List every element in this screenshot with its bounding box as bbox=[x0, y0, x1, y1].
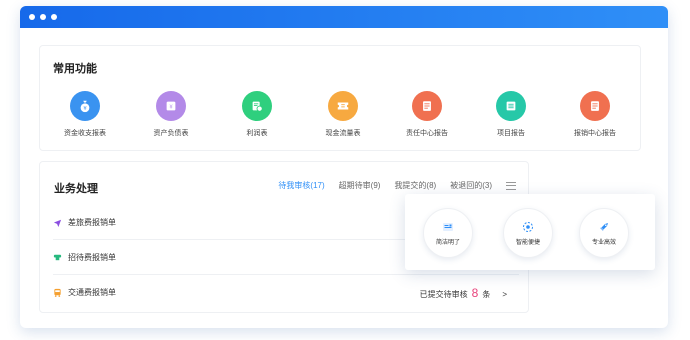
feature-label: 简洁明了 bbox=[435, 239, 460, 246]
smart-icon bbox=[523, 221, 533, 232]
bus-icon bbox=[53, 288, 62, 297]
menu-icon[interactable] bbox=[506, 181, 516, 190]
function-label: 项目报告 bbox=[497, 130, 525, 137]
feature-simple: 简洁明了 bbox=[423, 208, 473, 258]
tab-pending-review[interactable]: 待我审核(17) bbox=[278, 180, 324, 191]
business-tabs: 待我审核(17) 超期待审(9) 我提交的(8) 被退回的(3) bbox=[278, 180, 516, 191]
common-functions-title: 常用功能 bbox=[53, 63, 97, 75]
function-label: 资金收支报表 bbox=[64, 130, 106, 137]
airplane-icon bbox=[53, 218, 62, 227]
function-item-reimbursement[interactable]: 报销中心报告 bbox=[555, 91, 635, 138]
window-dot-icon[interactable] bbox=[29, 14, 35, 20]
wallet-icon: ¥ bbox=[156, 91, 186, 121]
function-label: 利润表 bbox=[246, 130, 268, 137]
features-popup: 简洁明了 智能便捷 专业高效 bbox=[405, 194, 655, 270]
tab-submitted[interactable]: 我提交的(8) bbox=[394, 180, 436, 191]
list-item-transport[interactable]: 交通费报销单 已提交待审核 8 条 > bbox=[53, 275, 519, 310]
function-item-project[interactable]: 项目报告 bbox=[471, 91, 551, 138]
function-label: 报销中心报告 bbox=[574, 130, 616, 137]
status-count: 8 bbox=[471, 285, 479, 300]
document-icon bbox=[580, 91, 610, 121]
document-icon bbox=[412, 91, 442, 121]
function-item-cash-flow[interactable]: 现金流量表 bbox=[303, 91, 383, 138]
window-dot-icon[interactable] bbox=[51, 14, 57, 20]
feature-label: 智能便捷 bbox=[515, 239, 540, 246]
ticket-icon bbox=[328, 91, 358, 121]
app-window: 常用功能 ¥ 资金收支报表 ¥ 资产负债表 利润表 现金流量表 责任中心报告 项… bbox=[20, 6, 668, 328]
function-label: 资产负债表 bbox=[153, 130, 189, 137]
feature-smart: 智能便捷 bbox=[503, 208, 553, 258]
row-label: 差旅费报销单 bbox=[68, 217, 116, 227]
list-report-icon bbox=[496, 91, 526, 121]
function-item-responsibility[interactable]: 责任中心报告 bbox=[387, 91, 467, 138]
tab-returned[interactable]: 被退回的(3) bbox=[450, 180, 492, 191]
feature-label: 专业高效 bbox=[591, 239, 616, 246]
function-item-cash-report[interactable]: ¥ 资金收支报表 bbox=[45, 91, 125, 138]
chevron-right-icon[interactable]: > bbox=[502, 290, 507, 299]
function-label: 责任中心报告 bbox=[406, 130, 448, 137]
profit-report-icon bbox=[242, 91, 272, 121]
row-label: 招待费报销单 bbox=[68, 252, 116, 262]
function-item-profit[interactable]: 利润表 bbox=[217, 91, 297, 138]
common-functions-card: 常用功能 ¥ 资金收支报表 ¥ 资产负债表 利润表 现金流量表 责任中心报告 项… bbox=[39, 45, 641, 151]
function-item-balance-sheet[interactable]: ¥ 资产负债表 bbox=[131, 91, 211, 138]
rocket-icon bbox=[600, 222, 608, 231]
money-bag-icon: ¥ bbox=[70, 91, 100, 121]
status-prefix: 已提交待审核 bbox=[419, 289, 468, 299]
hospitality-icon bbox=[53, 253, 62, 262]
business-title: 业务处理 bbox=[54, 183, 98, 195]
row-label: 交通费报销单 bbox=[68, 288, 116, 297]
pending-status: 已提交待审核 8 条 > bbox=[420, 286, 507, 300]
feature-professional: 专业高效 bbox=[579, 208, 629, 258]
simple-doc-icon bbox=[443, 222, 453, 231]
function-list: ¥ 资金收支报表 ¥ 资产负债表 利润表 现金流量表 责任中心报告 项目报告 报… bbox=[40, 91, 642, 151]
title-bar bbox=[20, 6, 668, 28]
tab-overdue[interactable]: 超期待审(9) bbox=[339, 180, 381, 191]
status-suffix: 条 bbox=[482, 289, 491, 299]
function-label: 现金流量表 bbox=[325, 130, 361, 137]
window-dot-icon[interactable] bbox=[40, 14, 46, 20]
